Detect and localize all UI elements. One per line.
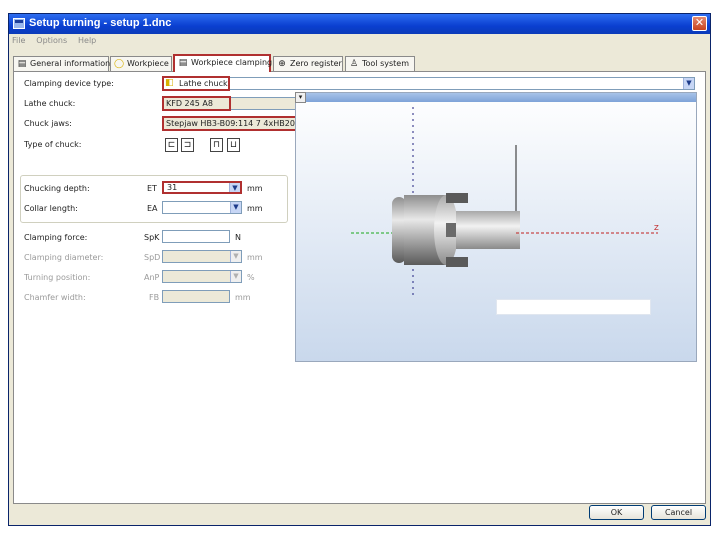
chuck-jaws-highlight [162, 116, 312, 131]
chamfer-width-input [162, 290, 230, 303]
z-axis-label: Z [654, 224, 659, 232]
title-bar[interactable]: Setup turning - setup 1.dnc ✕ [9, 14, 710, 34]
clamping-diameter-unit: mm [247, 253, 263, 262]
chuck-3d-render: Z [351, 107, 659, 298]
turning-position-label: Turning position: [24, 273, 91, 282]
chucking-depth-label: Chucking depth: [24, 184, 90, 193]
clamping-device-highlight [162, 76, 230, 91]
menu-file[interactable]: File [12, 34, 25, 48]
chuck-icon: ▤ [178, 58, 188, 68]
turning-position-unit: % [247, 273, 255, 282]
tab-label: Tool system [362, 59, 410, 68]
tab-general-information[interactable]: ▤ General information [13, 56, 111, 71]
chucking-depth-unit: mm [247, 184, 263, 193]
chuck-type-collar-icon[interactable]: ⊔ [227, 138, 240, 152]
chucking-depth-code: ET [147, 184, 157, 193]
chevron-down-icon: ▼ [230, 271, 241, 282]
circle-icon: ◯ [114, 59, 125, 69]
depth-group [20, 175, 288, 223]
chuck-back-body [392, 197, 406, 263]
chevron-down-icon: ▼ [230, 251, 241, 262]
clamping-device-type-label: Clamping device type: [24, 79, 114, 88]
document-icon: ▤ [17, 59, 27, 69]
lathe-chuck-highlight [162, 96, 231, 111]
clamping-force-label: Clamping force: [24, 233, 88, 242]
close-button[interactable]: ✕ [692, 16, 707, 31]
viewport-info-box [496, 299, 651, 315]
tab-label: Zero register [290, 59, 342, 68]
cancel-button[interactable]: Cancel [651, 505, 706, 520]
clamping-diameter-label: Clamping diameter: [24, 253, 104, 262]
jaw-bottom [446, 257, 468, 267]
turning-position-input: ▼ [162, 270, 242, 283]
jaw-top [446, 193, 468, 203]
tab-workpiece[interactable]: ◯ Workpiece [110, 56, 172, 71]
turning-position-code: AnP [144, 273, 160, 282]
lathe-chuck-label: Lathe chuck: [24, 99, 76, 108]
clamping-device-type-select[interactable]: ◧ Lathe chuck ▼ [162, 77, 695, 90]
chamfer-width-unit: mm [235, 293, 251, 302]
clamping-force-code: SpK [144, 233, 160, 242]
clamping-force-unit: N [235, 233, 241, 242]
chevron-down-icon[interactable]: ▼ [229, 183, 240, 192]
tab-label: Workpiece [127, 59, 169, 68]
tab-zero-register[interactable]: ⊕ Zero register [273, 56, 343, 71]
3d-preview-viewport[interactable]: Z [295, 92, 697, 362]
type-of-chuck-label: Type of chuck: [24, 140, 82, 149]
collar-length-code: EA [147, 204, 158, 213]
chamfer-width-code: FB [149, 293, 160, 302]
menu-options[interactable]: Options [36, 34, 67, 48]
tool-icon: ♙ [349, 59, 359, 69]
chuck-type-outer-icon[interactable]: ⊏ [165, 138, 178, 152]
chuck-type-inner-icon[interactable]: ⊐ [181, 138, 194, 152]
clamping-diameter-input: ▼ [162, 250, 242, 263]
chucking-depth-value: 31 [167, 183, 178, 192]
clamping-force-input[interactable] [162, 230, 230, 243]
workpiece [456, 211, 520, 249]
jaw-middle [446, 223, 456, 237]
chamfer-width-label: Chamfer width: [24, 293, 86, 302]
chucking-depth-input[interactable]: 31 ▼ [162, 181, 242, 194]
view-options-dropdown[interactable]: ▾ [295, 92, 306, 103]
chevron-down-icon[interactable]: ▼ [230, 202, 241, 213]
tab-workpiece-clamping[interactable]: ▤ Workpiece clamping [173, 54, 273, 72]
ok-button[interactable]: OK [589, 505, 644, 520]
tab-label: Workpiece clamping [191, 58, 273, 67]
collar-length-unit: mm [247, 204, 263, 213]
tab-tool-system[interactable]: ♙ Tool system [345, 56, 415, 71]
collar-length-input[interactable]: ▼ [162, 201, 242, 214]
chuck-type-step-icon[interactable]: ⊓ [210, 138, 223, 152]
menu-bar: File Options Help [9, 34, 710, 48]
menu-help[interactable]: Help [78, 34, 96, 48]
app-icon [13, 18, 25, 29]
chevron-down-icon[interactable]: ▼ [683, 78, 694, 89]
tab-label: General information [30, 59, 111, 68]
crosshair-icon: ⊕ [278, 59, 286, 69]
clamping-diameter-code: SpD [144, 253, 161, 262]
window-title: Setup turning - setup 1.dnc [29, 17, 172, 29]
chuck-jaws-label: Chuck jaws: [24, 119, 72, 128]
setup-dialog: Setup turning - setup 1.dnc ✕ File Optio… [8, 13, 711, 526]
collar-length-label: Collar length: [24, 204, 78, 213]
